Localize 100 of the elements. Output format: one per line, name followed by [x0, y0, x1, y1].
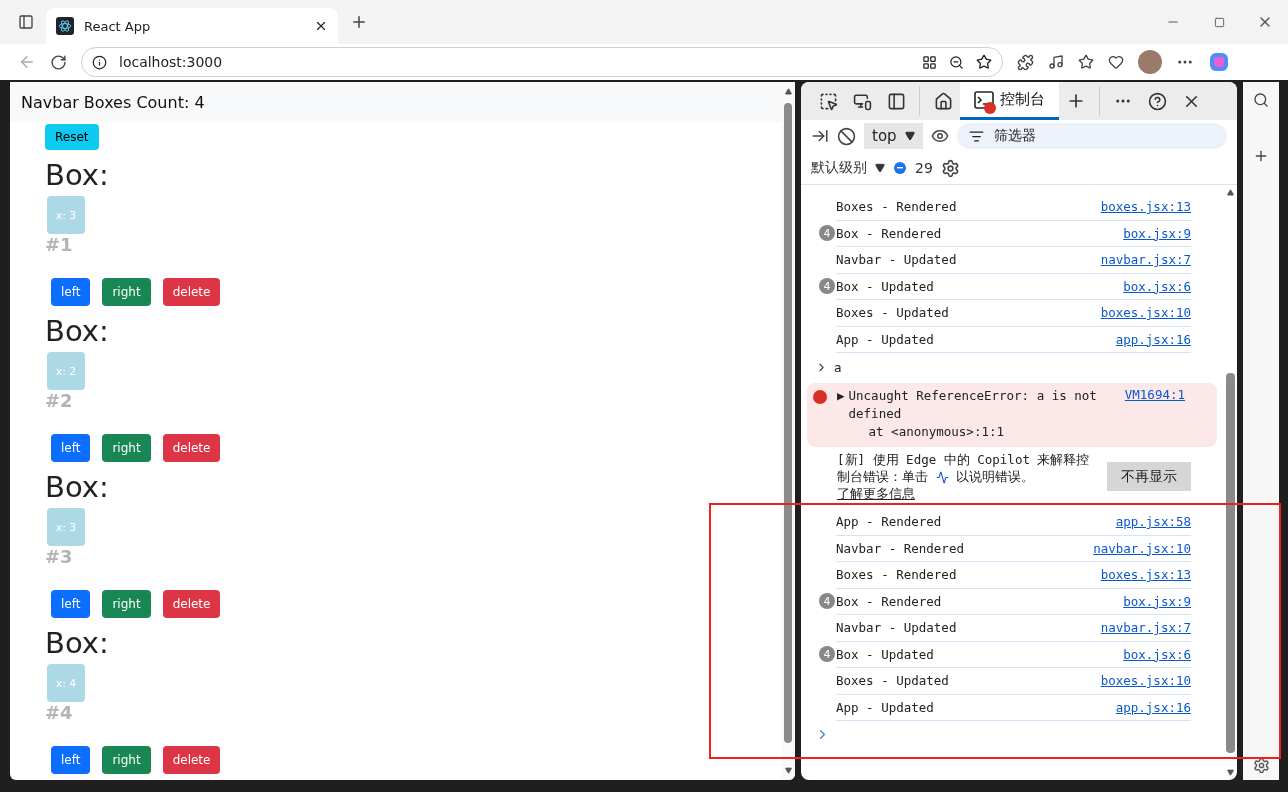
log-message: Boxes - Updated — [836, 673, 950, 689]
error-icon — [813, 390, 827, 404]
log-message: Boxes - Rendered — [836, 199, 958, 215]
value-badge: x: 2 — [47, 352, 85, 390]
log-message: App - Rendered — [836, 514, 943, 530]
scroll-down-icon[interactable] — [784, 767, 792, 774]
log-message: Box - Updated — [836, 278, 935, 294]
value-badge: x: 3 — [47, 196, 85, 234]
caret-icon — [904, 131, 915, 141]
zoom-out-icon[interactable] — [949, 54, 964, 70]
box-heading: Box: — [45, 470, 109, 504]
source-link[interactable]: app.jsx:58 — [1115, 514, 1191, 530]
settings-icon[interactable] — [940, 158, 960, 178]
log-message: Navbar - Updated — [836, 620, 958, 636]
sidebar-icon[interactable] — [18, 14, 34, 30]
dismiss-button[interactable]: 不再显示 — [1107, 462, 1191, 491]
primary-action-button[interactable]: left — [51, 278, 91, 306]
scroll-up-icon[interactable] — [1226, 189, 1234, 196]
learn-more-link[interactable]: 了解更多信息 — [837, 486, 915, 501]
count-badge: 4 — [819, 278, 835, 295]
box-number: #1 — [45, 234, 73, 256]
log-message: Navbar - Rendered — [836, 540, 965, 556]
source-link[interactable]: boxes.jsx:13 — [1100, 567, 1191, 583]
heart-icon[interactable] — [1108, 54, 1124, 70]
success-action-button[interactable]: right — [102, 434, 151, 462]
favorites-icon[interactable] — [1078, 54, 1094, 70]
box-heading: Box: — [45, 314, 109, 348]
count-badge: 4 — [819, 225, 835, 242]
danger-action-button[interactable]: delete — [162, 278, 221, 306]
console-tab[interactable]: 控制台 — [960, 82, 1059, 120]
box-heading: Box: — [45, 158, 109, 192]
source-link[interactable]: boxes.jsx:10 — [1100, 673, 1191, 689]
browser-tab[interactable]: React App — [46, 8, 338, 44]
address-bar[interactable]: localhost:3000 — [81, 47, 1003, 77]
source-link[interactable]: boxes.jsx:13 — [1100, 199, 1191, 215]
log-message: Box - Updated — [836, 646, 935, 662]
caret-icon — [875, 163, 885, 173]
success-action-button[interactable]: right — [102, 590, 151, 618]
filter-field[interactable]: 筛选器 — [956, 123, 1227, 149]
box-number: #3 — [45, 546, 73, 568]
source-link[interactable]: navbar.jsx:10 — [1093, 540, 1191, 556]
reset-button[interactable]: Reset — [45, 124, 99, 150]
success-action-button[interactable]: right — [102, 746, 151, 774]
source-link[interactable]: VM1694:1 — [1124, 387, 1185, 441]
navbar: Navbar Boxes Count: 4 — [10, 82, 781, 122]
log-message: Boxes - Rendered — [836, 567, 958, 583]
box-heading: Box: — [45, 626, 109, 660]
profile-avatar[interactable] — [1138, 50, 1162, 74]
value-badge: x: 3 — [47, 508, 85, 546]
close-icon[interactable] — [314, 19, 328, 33]
reload-icon[interactable] — [50, 53, 67, 71]
message-count: 29 — [915, 160, 933, 176]
info-icon — [92, 54, 107, 70]
source-link[interactable]: navbar.jsx:7 — [1100, 620, 1191, 636]
source-link[interactable]: box.jsx:9 — [1123, 225, 1191, 241]
log-message: App - Updated — [836, 331, 935, 347]
filter-icon — [968, 128, 984, 144]
scroll-up-icon[interactable] — [784, 88, 792, 95]
extensions-icon[interactable] — [1017, 53, 1034, 71]
box-number: #4 — [45, 702, 73, 724]
danger-action-button[interactable]: delete — [162, 746, 221, 774]
expand-toggle[interactable]: ▶ — [837, 387, 845, 405]
primary-action-button[interactable]: left — [51, 590, 91, 618]
log-message: Box - Rendered — [836, 593, 943, 609]
primary-action-button[interactable]: left — [51, 746, 91, 774]
source-link[interactable]: box.jsx:9 — [1123, 593, 1191, 609]
primary-action-button[interactable]: left — [51, 434, 91, 462]
count-badge: 4 — [819, 646, 835, 663]
box-number: #2 — [45, 390, 73, 412]
music-icon[interactable] — [1048, 54, 1064, 70]
eye-icon[interactable] — [930, 127, 949, 145]
search-icon[interactable] — [1253, 92, 1269, 108]
context-dropdown[interactable]: top — [864, 123, 923, 149]
level-dropdown[interactable]: 默认级别 — [811, 159, 885, 177]
source-link[interactable]: navbar.jsx:7 — [1100, 252, 1191, 268]
success-action-button[interactable]: right — [102, 278, 151, 306]
source-link[interactable]: box.jsx:6 — [1123, 646, 1191, 662]
terminal-icon — [974, 90, 994, 109]
sidebar-toggle-icon[interactable] — [811, 127, 829, 145]
source-link[interactable]: boxes.jsx:10 — [1100, 305, 1191, 321]
scroll-down-icon[interactable] — [1226, 769, 1234, 776]
danger-action-button[interactable]: delete — [162, 434, 221, 462]
scrollbar[interactable] — [781, 82, 795, 780]
notice-text: [新] 使用 Edge 中的 Copilot 来解释控制台错误：单击 以说明错误。 了解更多信息 — [837, 451, 1091, 502]
danger-action-button[interactable]: delete — [162, 590, 221, 618]
message-icon — [893, 161, 907, 175]
add-icon[interactable] — [1253, 148, 1269, 164]
log-message: Navbar - Updated — [836, 252, 958, 268]
stack-trace: at <anonymous>:1:1 — [868, 423, 1005, 441]
source-link[interactable]: box.jsx:6 — [1123, 278, 1191, 294]
value-badge: x: 4 — [47, 664, 85, 702]
source-link[interactable]: app.jsx:16 — [1115, 699, 1191, 715]
log-message: Box - Rendered — [836, 225, 943, 241]
source-link[interactable]: app.jsx:16 — [1115, 331, 1191, 347]
grid-icon[interactable] — [922, 54, 937, 70]
clear-icon[interactable] — [837, 126, 856, 146]
log-message: Boxes - Updated — [836, 305, 950, 321]
new-tab-icon[interactable] — [350, 13, 368, 31]
star-icon[interactable] — [976, 54, 992, 70]
settings-icon[interactable] — [1252, 757, 1270, 774]
